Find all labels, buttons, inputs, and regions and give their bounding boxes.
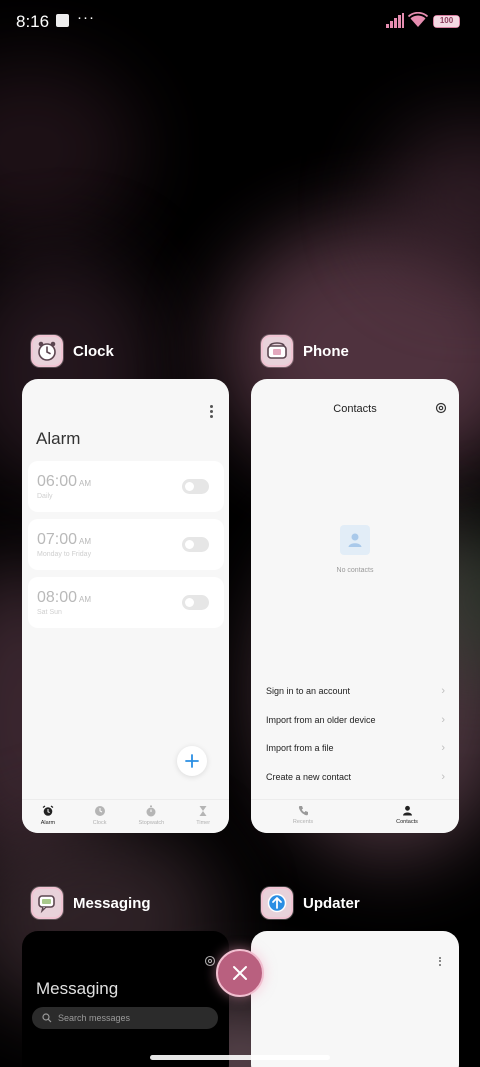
plus-icon <box>185 754 199 768</box>
no-contacts-text: No contacts <box>336 567 374 574</box>
tab-label: Stopwatch <box>138 820 165 826</box>
action-create-contact: Create a new contact › <box>266 767 445 787</box>
chat-bubble-icon[interactable] <box>31 887 63 919</box>
home-indicator[interactable] <box>150 1055 330 1060</box>
app-card-messaging[interactable]: Messaging Search messages <box>22 931 229 1067</box>
tab-label: Timer <box>196 820 211 826</box>
add-alarm-button <box>177 746 207 776</box>
app-name-clock: Clock <box>73 342 114 360</box>
action-label: Sign in to an account <box>266 686 351 696</box>
notification-square-icon <box>56 14 69 27</box>
alarm-repeat: Sat Sun <box>37 609 62 616</box>
search-messages-field: Search messages <box>32 1007 218 1029</box>
alarm-ampm: AM <box>79 537 92 546</box>
battery-indicator: 100 <box>433 15 460 28</box>
tab-label: Contacts <box>396 819 418 825</box>
wifi-icon <box>408 12 428 27</box>
search-placeholder: Search messages <box>58 1013 131 1023</box>
alarm-row: 08:00 AM Sat Sun <box>28 577 224 628</box>
status-bar: 8:16 ··· 100 <box>0 0 480 44</box>
phone-icon[interactable] <box>261 335 293 367</box>
app-name-updater: Updater <box>303 894 360 912</box>
action-import-file: Import from a file › <box>266 738 445 758</box>
app-header-clock[interactable]: Clock <box>31 333 114 369</box>
app-card-phone[interactable]: Contacts No contacts Sign in to an accou… <box>251 379 459 833</box>
clear-all-button[interactable] <box>216 949 264 997</box>
messaging-title: Messaging <box>36 979 119 998</box>
app-name-messaging: Messaging <box>73 894 151 912</box>
action-import-older-device: Import from an older device › <box>266 710 445 730</box>
alarm-time: 08:00 AM <box>37 589 92 606</box>
more-notifications-icon: ··· <box>77 9 95 26</box>
contact-card-icon <box>340 525 370 555</box>
app-card-updater[interactable] <box>251 931 459 1067</box>
tab-stopwatch: Stopwatch <box>126 800 178 833</box>
tab-label: Recents <box>292 819 314 825</box>
contacts-title: Contacts <box>333 403 377 415</box>
alarm-clock-icon[interactable] <box>31 335 63 367</box>
alarm-time: 06:00 AM <box>37 473 92 490</box>
app-header-updater[interactable]: Updater <box>261 885 360 921</box>
alarm-title: Alarm <box>36 429 81 448</box>
tab-recents: Recents <box>251 800 355 833</box>
app-card-clock[interactable]: Alarm 06:00 AM Daily 07:00 AM Monday to Fr… <box>22 379 229 833</box>
phone-handset-icon <box>298 806 308 816</box>
app-name-phone: Phone <box>303 342 349 360</box>
chevron-right-icon: › <box>441 714 445 726</box>
tab-timer: Timer <box>177 800 229 833</box>
alarm-row: 07:00 AM Monday to Friday <box>28 519 224 570</box>
more-options-icon <box>210 403 213 420</box>
update-arrow-icon[interactable] <box>261 887 293 919</box>
stopwatch-tab-icon <box>146 805 156 817</box>
clock-tab-icon <box>94 806 105 816</box>
hourglass-tab-icon <box>199 806 207 816</box>
alarm-tab-icon <box>42 805 54 816</box>
tab-alarm: Alarm <box>22 800 74 833</box>
app-header-messaging[interactable]: Messaging <box>31 885 151 921</box>
app-header-phone[interactable]: Phone <box>261 333 349 369</box>
clock-bottom-nav: Alarm Clock Stopwatch Timer <box>22 799 229 833</box>
alarm-row: 06:00 AM Daily <box>28 461 224 512</box>
alarm-toggle <box>182 479 209 494</box>
alarm-toggle <box>182 537 209 552</box>
action-label: Import from a file <box>266 743 334 753</box>
action-label: Import from an older device <box>266 715 376 725</box>
search-icon <box>42 1013 52 1023</box>
settings-gear-icon <box>204 955 216 967</box>
action-sign-in: Sign in to an account › <box>266 681 445 701</box>
status-time: 8:16 <box>16 12 50 31</box>
tab-label: Clock <box>92 820 107 826</box>
tab-label: Alarm <box>40 820 56 826</box>
alarm-time: 07:00 AM <box>37 531 92 548</box>
battery-percent: 100 <box>439 16 454 25</box>
signal-icon <box>386 13 404 28</box>
alarm-repeat: Monday to Friday <box>37 551 92 558</box>
close-icon <box>233 966 247 980</box>
alarm-repeat: Daily <box>37 493 53 500</box>
tab-contacts: Contacts <box>355 800 459 833</box>
action-label: Create a new contact <box>266 772 352 782</box>
chevron-right-icon: › <box>441 771 445 783</box>
alarm-ampm: AM <box>79 595 92 604</box>
alarm-toggle <box>182 595 209 610</box>
phone-bottom-nav: Recents Contacts <box>251 799 459 833</box>
settings-gear-icon <box>435 402 447 414</box>
more-options-icon <box>439 955 441 967</box>
alarm-ampm: AM <box>79 479 92 488</box>
chevron-right-icon: › <box>441 742 445 754</box>
chevron-right-icon: › <box>441 685 445 697</box>
tab-clock: Clock <box>74 800 126 833</box>
person-icon <box>402 805 412 816</box>
